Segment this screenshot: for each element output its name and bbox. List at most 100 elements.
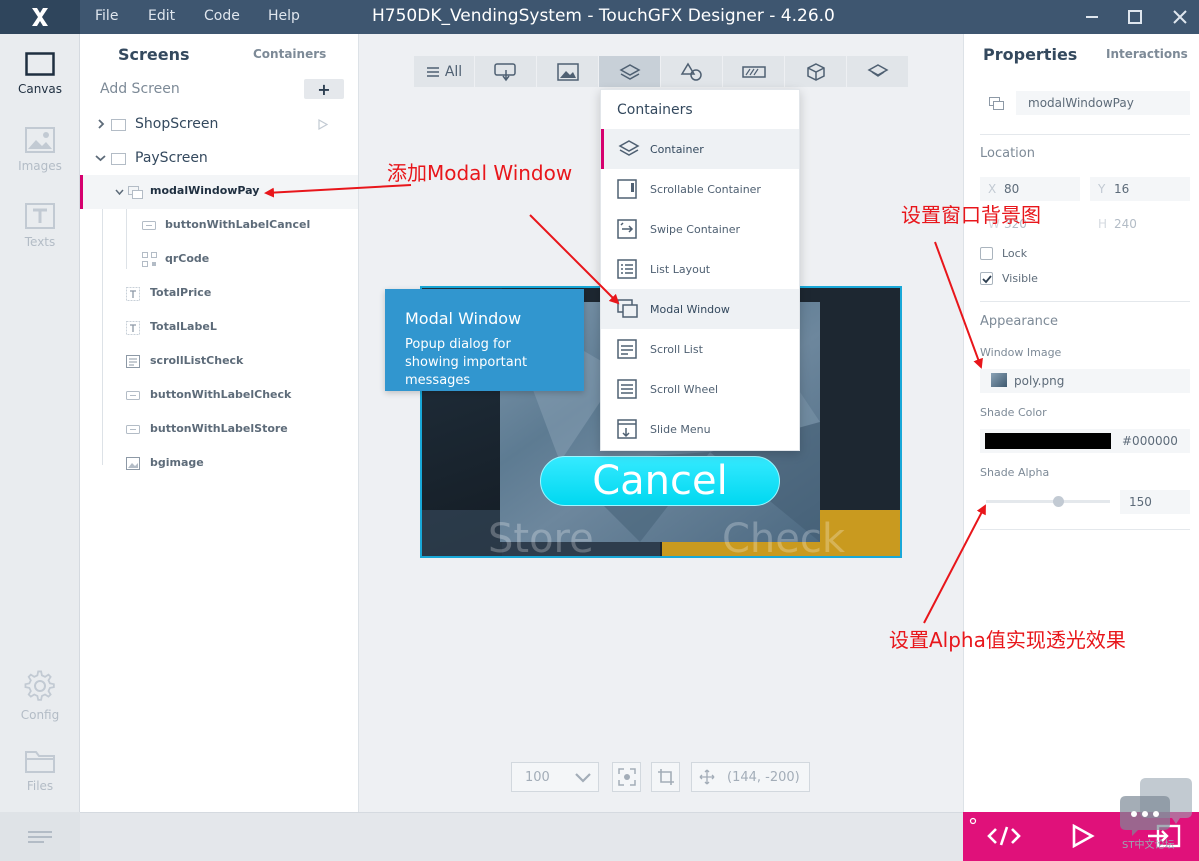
cancel-button[interactable]: Cancel [540, 456, 780, 506]
tree-screen-pay[interactable]: PayScreen [80, 141, 358, 175]
dropdown-item-list-layout[interactable]: List Layout [601, 249, 799, 289]
tree-widget-totalprice[interactable]: TotalPrice [80, 277, 358, 311]
generate-code-icon[interactable] [987, 824, 1021, 848]
dropdown-item-swipe-container[interactable]: Swipe Container [601, 209, 799, 249]
y-input[interactable]: Y 16 [1090, 177, 1190, 201]
maximize-icon[interactable] [1123, 5, 1147, 29]
dropdown-item-scrollable-container[interactable]: Scrollable Container [601, 169, 799, 209]
menu-code[interactable]: Code [204, 8, 240, 24]
play-icon[interactable] [318, 119, 328, 130]
divider [980, 134, 1190, 135]
tree-screen-shop[interactable]: ShopScreen [80, 107, 358, 141]
shade-alpha-input[interactable]: 150 [1120, 490, 1190, 514]
dropdown-item-slide-menu[interactable]: Slide Menu [601, 409, 799, 449]
widget-tooltip: Modal Window Popup dialog for showing im… [385, 289, 584, 391]
category-shapes-button[interactable] [661, 56, 722, 87]
widget-name-input[interactable]: modalWindowPay [1016, 91, 1190, 115]
x-input[interactable]: X 80 [980, 177, 1080, 201]
rail-files[interactable]: Files [0, 746, 80, 816]
menu-help[interactable]: Help [268, 8, 300, 24]
dropdown-item-scroll-wheel[interactable]: Scroll Wheel [601, 369, 799, 409]
image-thumbnail-icon [991, 373, 1007, 387]
category-containers-button[interactable] [599, 56, 660, 87]
layers-icon [618, 140, 640, 156]
zoom-select[interactable]: 100 [511, 762, 599, 792]
chevron-down-icon[interactable] [95, 153, 106, 163]
shapes-icon [680, 62, 702, 81]
h-label: H [1098, 217, 1108, 231]
dropdown-item-modal-window[interactable]: Modal Window [601, 289, 799, 329]
category-interaction-button[interactable] [475, 56, 536, 87]
category-images-button[interactable] [537, 56, 598, 87]
tab-properties[interactable]: Properties [983, 45, 1077, 64]
play-icon[interactable] [1071, 824, 1095, 848]
rail-texts[interactable]: Texts [0, 198, 80, 268]
move-icon [699, 769, 715, 785]
menu-edit[interactable]: Edit [148, 8, 175, 24]
texts-icon [25, 203, 55, 229]
tree-widget-modalwindowpay[interactable]: modalWindowPay [80, 175, 358, 209]
collapse-panel-area [0, 812, 80, 861]
visible-label: Visible [1002, 272, 1038, 285]
dropdown-item-container[interactable]: Container [601, 129, 799, 169]
lock-checkbox[interactable] [980, 247, 993, 260]
rail-images[interactable]: Images [0, 122, 80, 192]
swipe-container-icon [617, 219, 637, 239]
dropdown-item-scroll-list[interactable]: Scroll List [601, 329, 799, 369]
shade-alpha-slider-track[interactable] [986, 500, 1110, 503]
close-icon[interactable] [1168, 5, 1192, 29]
category-all-button[interactable]: All [414, 56, 474, 87]
button-icon [126, 391, 140, 400]
rail-canvas-label: Canvas [17, 82, 63, 96]
fit-screen-button[interactable] [612, 762, 641, 792]
shade-alpha-slider-thumb[interactable] [1053, 496, 1065, 507]
tree-widget-bgimage[interactable]: bgimage [80, 447, 358, 481]
visible-checkbox[interactable] [980, 272, 993, 285]
dropdown-item-label: Slide Menu [650, 423, 711, 436]
divider [980, 301, 1190, 302]
minimize-icon[interactable] [1080, 5, 1104, 29]
x-label: X [988, 182, 997, 196]
tree-widget-buttonwithlabelcancel[interactable]: buttonWithLabelCancel [80, 209, 358, 243]
tree-screen-label: PayScreen [135, 150, 208, 166]
tree-widget-totallabel[interactable]: TotalLabeL [80, 311, 358, 345]
hamburger-icon[interactable] [27, 830, 53, 844]
layers-icon [618, 63, 641, 80]
window-image-selector[interactable]: poly.png [980, 369, 1190, 393]
dropdown-item-label: Modal Window [650, 303, 730, 316]
h-input[interactable]: H 240 [1090, 212, 1190, 236]
chevron-down-icon[interactable] [115, 188, 124, 196]
tab-screens[interactable]: Screens [118, 45, 190, 64]
shade-color-picker[interactable]: #000000 [980, 429, 1190, 453]
location-section-title: Location [980, 146, 1035, 161]
category-misc-button[interactable] [847, 56, 908, 87]
dropdown-item-label: Container [650, 143, 704, 156]
tree-widget-label: TotalLabeL [150, 320, 217, 333]
tab-containers[interactable]: Containers [253, 47, 326, 61]
tree-widget-scrolllistcheck[interactable]: scrollListCheck [80, 345, 358, 379]
rail-canvas[interactable]: Canvas [0, 46, 80, 116]
cursor-coordinates: (144, -200) [691, 762, 810, 792]
tree-widget-buttonwithlabelstore[interactable]: buttonWithLabelStore [80, 413, 358, 447]
chevron-down-icon [575, 773, 591, 783]
button-icon [126, 425, 140, 434]
tooltip-title: Modal Window [405, 309, 522, 328]
tree-widget-buttonwithlabelcheck[interactable]: buttonWithLabelCheck [80, 379, 358, 413]
chevron-right-icon[interactable] [96, 119, 106, 129]
focus-icon [617, 768, 636, 786]
touchgfx-logo-icon [0, 0, 80, 34]
menu-file[interactable]: File [95, 8, 118, 24]
rail-config[interactable]: Config [0, 670, 80, 740]
category-progress-button[interactable] [723, 56, 784, 87]
tree-widget-label: qrCode [165, 252, 210, 265]
text-icon [126, 287, 140, 301]
progress-icon [741, 65, 766, 78]
category-3d-button[interactable] [785, 56, 846, 87]
crop-button[interactable] [651, 762, 680, 792]
add-screen-button[interactable]: + [304, 79, 344, 99]
tree-widget-label: modalWindowPay [150, 184, 260, 197]
tab-interactions[interactable]: Interactions [1106, 47, 1188, 61]
canvas-icon [25, 52, 55, 76]
gear-icon [24, 670, 55, 701]
tree-widget-qrcode[interactable]: qrCode [80, 243, 358, 277]
